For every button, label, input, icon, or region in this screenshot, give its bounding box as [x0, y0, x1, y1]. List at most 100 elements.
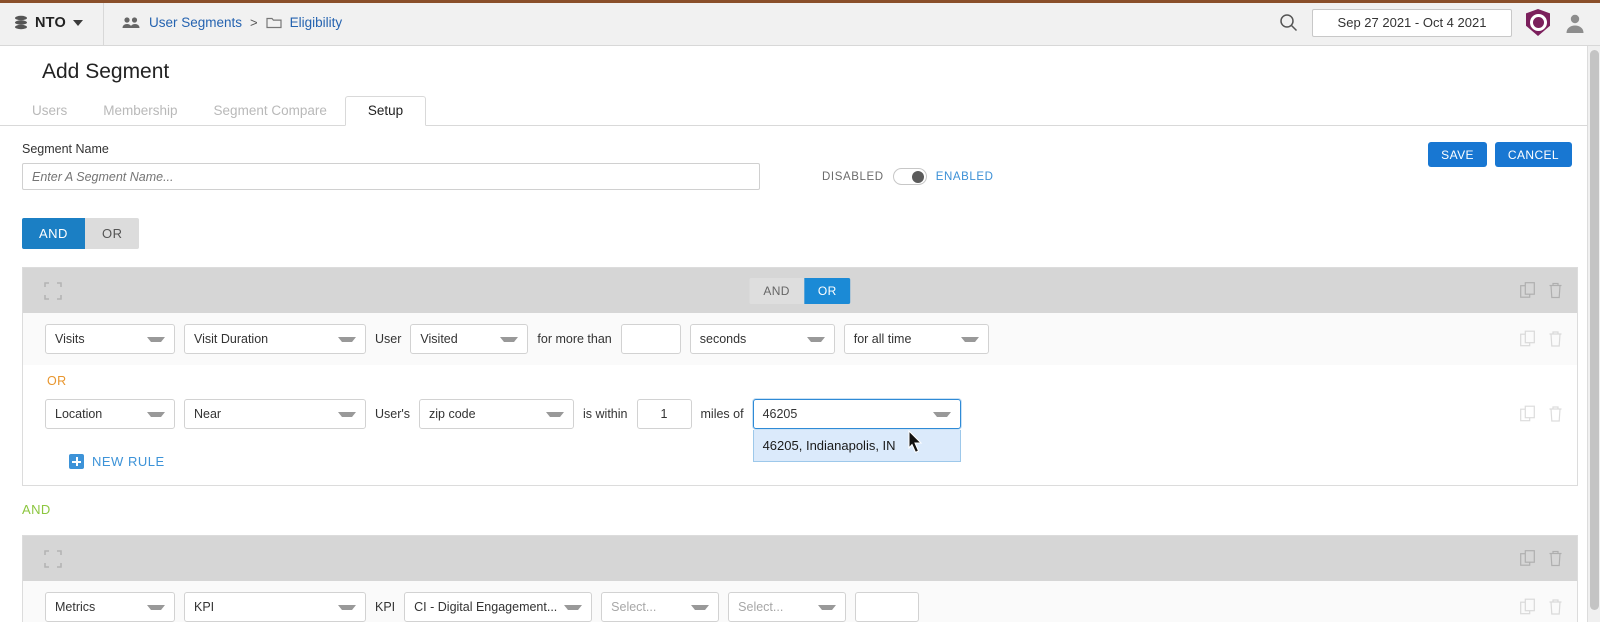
rule-1-field-value: Visits: [55, 332, 85, 346]
rule-3-field-select[interactable]: Metrics: [45, 592, 175, 622]
group-1-or-button[interactable]: OR: [803, 277, 851, 304]
rule-3-kpi-value: CI - Digital Engagement...: [414, 600, 558, 614]
group-1-row-actions: [1520, 282, 1563, 299]
chevron-down-icon: [147, 411, 165, 417]
rule-1-subfield-select[interactable]: Visit Duration: [184, 324, 366, 354]
trash-icon[interactable]: [1548, 331, 1563, 348]
rule-2-attribute-value: zip code: [429, 407, 476, 421]
form-actions: SAVE CANCEL: [1428, 142, 1572, 167]
copy-icon[interactable]: [1520, 282, 1536, 299]
segment-builder-page: NTO User Segments > Eligibility Sep 27 2…: [0, 0, 1600, 622]
rule-group-1: AND OR Visits Visit Duration User Visite…: [22, 267, 1578, 486]
rule-group-2-header: [23, 536, 1577, 581]
trash-icon[interactable]: [1548, 550, 1563, 567]
rule-1-unit-value: seconds: [699, 332, 747, 346]
chevron-down-icon: [564, 604, 583, 610]
segment-name-label: Segment Name: [22, 142, 109, 156]
chevron-down-icon: [338, 336, 356, 342]
rule-3-field-value: Metrics: [55, 600, 96, 614]
rule-2-distance-input[interactable]: [636, 399, 692, 429]
status-switch[interactable]: [892, 168, 927, 185]
breadcrumb-separator: >: [250, 15, 258, 30]
master-and-button[interactable]: AND: [22, 218, 85, 249]
master-logic-toggle: AND OR: [22, 218, 140, 249]
rule-2-attribute-select[interactable]: zip code: [419, 399, 575, 429]
vertical-scrollbar[interactable]: [1587, 46, 1600, 622]
rule-1-amount-input[interactable]: [620, 324, 681, 354]
collapse-icon[interactable]: [43, 281, 63, 301]
database-icon: [15, 15, 27, 30]
rule-3-select-one[interactable]: Select...: [601, 592, 720, 622]
page-title: Add Segment: [42, 60, 170, 83]
rule-2-field-value: Location: [55, 407, 103, 421]
copy-icon[interactable]: [1520, 598, 1536, 616]
copy-icon[interactable]: [1520, 550, 1536, 567]
org-name-label: NTO: [35, 14, 66, 31]
trash-icon[interactable]: [1548, 406, 1563, 423]
page-header: Add Segment: [0, 46, 1600, 84]
rule-2-zip-dropdown: 46205 46205, Indianapolis, IN: [752, 399, 961, 462]
plus-square-icon: [69, 454, 84, 469]
org-switcher[interactable]: NTO: [0, 0, 104, 46]
chevron-down-icon: [338, 604, 356, 610]
trash-icon[interactable]: [1548, 599, 1563, 616]
segment-status-toggle[interactable]: DISABLED ENABLED: [822, 168, 994, 185]
rule-2-subfield-select[interactable]: Near: [184, 399, 366, 429]
copy-icon[interactable]: [1520, 405, 1536, 423]
save-button[interactable]: SAVE: [1428, 142, 1487, 167]
segment-name-section: Segment Name DISABLED ENABLED SAVE CANCE…: [0, 126, 1600, 190]
rule-3-row-actions: [1520, 598, 1563, 616]
rule-2-miles-of-label: miles of: [700, 407, 744, 421]
tab-bar: Users Membership Segment Compare Setup: [0, 96, 1600, 126]
rule-1-operator-select[interactable]: Visited: [410, 324, 529, 354]
accent-stripe: [0, 0, 1600, 3]
users-group-icon: [122, 17, 140, 28]
tab-setup[interactable]: Setup: [344, 96, 427, 126]
chevron-down-icon: [338, 411, 356, 417]
rule-1-unit-select[interactable]: seconds: [689, 324, 835, 354]
top-navigation-bar: NTO User Segments > Eligibility Sep 27 2…: [0, 0, 1600, 46]
rule-3-select-one-value: Select...: [611, 600, 657, 614]
rule-3-amount-input[interactable]: [855, 592, 920, 622]
shield-gear-icon[interactable]: [1526, 9, 1550, 36]
segment-name-input[interactable]: [22, 163, 760, 190]
rule-1-timeframe-select[interactable]: for all time: [843, 324, 989, 354]
rule-2-subfield-value: Near: [194, 407, 222, 421]
copy-icon[interactable]: [1520, 330, 1536, 348]
rule-3-subfield-select[interactable]: KPI: [184, 592, 366, 622]
rule-1-operator-value: Visited: [420, 332, 458, 346]
cancel-button[interactable]: CANCEL: [1494, 142, 1572, 167]
rule-group-2: Metrics KPI KPI CI - Digital Engagement.…: [22, 535, 1578, 622]
master-or-button[interactable]: OR: [84, 218, 140, 249]
breadcrumb-eligibility[interactable]: Eligibility: [290, 15, 343, 30]
chevron-down-icon: [932, 411, 951, 417]
rule-3-select-two-value: Select...: [738, 600, 784, 614]
tab-segment-compare[interactable]: Segment Compare: [196, 97, 345, 125]
collapse-icon[interactable]: [43, 549, 63, 569]
trash-icon[interactable]: [1548, 282, 1563, 299]
rule-1-row-actions: [1520, 330, 1563, 348]
rule-3-kpi-select[interactable]: CI - Digital Engagement...: [404, 592, 593, 622]
user-avatar-icon[interactable]: [1564, 12, 1586, 34]
breadcrumb-user-segments[interactable]: User Segments: [149, 15, 242, 30]
new-rule-label: NEW RULE: [92, 454, 165, 469]
rule-row-metrics: Metrics KPI KPI CI - Digital Engagement.…: [23, 581, 1577, 622]
rule-3-select-two[interactable]: Select...: [728, 592, 847, 622]
chevron-down-icon: [691, 604, 710, 610]
chevron-down-icon: [818, 604, 837, 610]
group-1-and-button[interactable]: AND: [749, 277, 804, 304]
toggle-disabled-label: DISABLED: [822, 170, 884, 183]
scrollbar-thumb[interactable]: [1590, 50, 1599, 610]
segment-name-row: DISABLED ENABLED: [22, 163, 1600, 190]
date-range-picker[interactable]: Sep 27 2021 - Oct 4 2021: [1312, 8, 1512, 37]
chevron-down-icon[interactable]: [72, 19, 83, 26]
rule-1-timeframe-value: for all time: [853, 332, 912, 346]
zip-suggestion-item[interactable]: 46205, Indianapolis, IN: [753, 430, 960, 461]
search-icon[interactable]: [1279, 13, 1298, 32]
tab-users[interactable]: Users: [14, 97, 85, 125]
tab-membership[interactable]: Membership: [85, 97, 195, 125]
rule-2-zip-value: 46205: [762, 407, 798, 421]
rule-2-zip-select[interactable]: 46205: [752, 399, 961, 429]
rule-1-field-select[interactable]: Visits: [45, 324, 175, 354]
rule-2-field-select[interactable]: Location: [45, 399, 175, 429]
